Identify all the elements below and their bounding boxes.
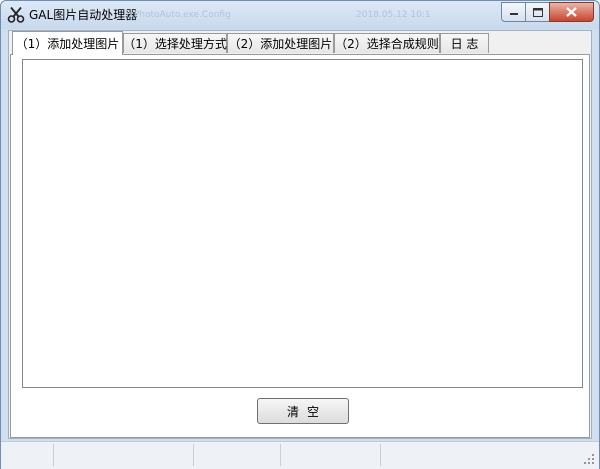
resize-grip-icon[interactable] — [583, 453, 595, 465]
status-bar — [1, 441, 599, 469]
image-list[interactable] — [22, 59, 583, 388]
tab-select-compose-rule-2[interactable]: （2）选择合成规则 — [334, 33, 440, 53]
tab-label: （1）选择处理方式 — [123, 37, 227, 51]
client-area: （1）添加处理图片 （1）选择处理方式 （2）添加处理图片 （2）选择合成规则 … — [8, 30, 592, 439]
background-ghost-text: 2018.05.12 10:1 — [356, 10, 431, 20]
minimize-icon — [509, 13, 518, 15]
status-cell — [194, 444, 281, 466]
tab-label: 日 志 — [450, 37, 479, 51]
close-button[interactable] — [549, 2, 594, 22]
status-cell — [1, 444, 54, 466]
tab-add-images-1[interactable]: （1）添加处理图片 — [12, 31, 123, 55]
status-cell — [54, 444, 194, 466]
tab-log[interactable]: 日 志 — [440, 33, 489, 53]
app-window: GAL图片自动处理器 ixPhotoAuto.exe.Config 2018.0… — [0, 0, 600, 469]
close-icon — [566, 7, 577, 17]
title-bar[interactable]: GAL图片自动处理器 ixPhotoAuto.exe.Config 2018.0… — [1, 1, 599, 29]
tab-label: （2）选择合成规则 — [335, 37, 439, 51]
minimize-button[interactable] — [501, 2, 526, 22]
status-cell — [281, 444, 381, 466]
scissors-icon — [7, 6, 25, 23]
background-ghost-text: ixPhotoAuto.exe.Config — [126, 10, 231, 20]
clear-button[interactable]: 清空 — [257, 398, 349, 424]
tab-label: （1）添加处理图片 — [15, 37, 120, 51]
maximize-icon — [532, 7, 543, 17]
tab-panel-add-images: 清空 — [10, 54, 590, 438]
tab-add-images-2[interactable]: （2）添加处理图片 — [227, 33, 334, 53]
tab-label: （2）添加处理图片 — [228, 37, 333, 51]
tab-select-method-1[interactable]: （1）选择处理方式 — [123, 33, 227, 53]
window-title: GAL图片自动处理器 — [29, 8, 138, 22]
maximize-button[interactable] — [525, 2, 550, 22]
